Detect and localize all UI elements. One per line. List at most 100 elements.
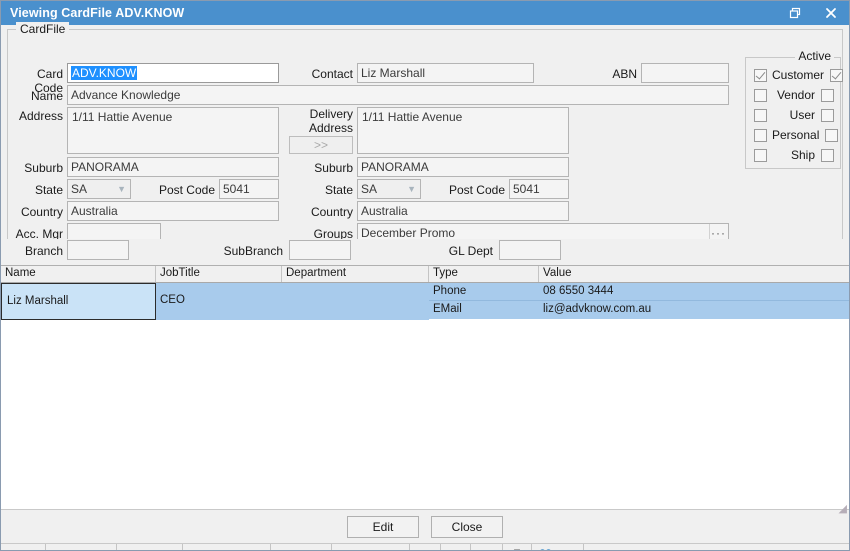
- close-button[interactable]: Close: [431, 515, 503, 538]
- close-icon[interactable]: [813, 1, 849, 25]
- tab-transactions[interactable]: Transactions: [183, 544, 271, 550]
- window-title: Viewing CardFile ADV.KNOW: [10, 6, 185, 20]
- column-header-type[interactable]: Type: [429, 266, 539, 282]
- form-area: CardFile Card Code ADV.KNOW Contact Liz …: [1, 22, 849, 243]
- state-right-label: State: [324, 183, 353, 197]
- branch-input[interactable]: [67, 240, 129, 260]
- restore-icon[interactable]: [777, 1, 813, 25]
- contact-input[interactable]: Liz Marshall: [357, 63, 534, 83]
- active-row-user[interactable]: User: [746, 106, 840, 124]
- checkbox-ship-active[interactable]: [821, 148, 834, 162]
- checkbox-customer[interactable]: [754, 68, 767, 82]
- title-bar: Viewing CardFile ADV.KNOW: [1, 1, 849, 25]
- copy-address-button[interactable]: >>: [289, 136, 353, 154]
- grid-cell-contact-department[interactable]: [282, 283, 429, 320]
- postcode-left-label: Post Code: [158, 183, 215, 197]
- country-left-label: Country: [20, 205, 63, 219]
- tab-card[interactable]: Card: [1, 544, 47, 550]
- edit-button[interactable]: Edit: [347, 515, 419, 538]
- tab-customer[interactable]: Customer: [46, 544, 118, 550]
- active-label-personal: Personal: [772, 128, 820, 142]
- branch-strip: Branch SubBranch GL Dept: [1, 239, 849, 265]
- country-right-label: Country: [310, 205, 353, 219]
- active-row-personal[interactable]: Personal: [746, 126, 840, 144]
- button-bar: Edit Close ◢: [1, 503, 849, 543]
- tab-contacts[interactable]: Contacts: [117, 544, 184, 550]
- column-header-value[interactable]: Value: [539, 266, 849, 282]
- grid-cell-value-email[interactable]: liz@advknow.com.au: [539, 301, 849, 319]
- delivery-address-input[interactable]: 1/11 Hattie Avenue: [357, 107, 569, 154]
- state-right-select[interactable]: SA ▼: [357, 179, 421, 199]
- postcode-right-label: Post Code: [448, 183, 505, 197]
- address-label: Address: [18, 109, 63, 123]
- active-row-ship[interactable]: Ship: [746, 146, 840, 164]
- branch-label: Branch: [24, 244, 63, 258]
- gift-money-icon[interactable]: [532, 544, 564, 550]
- ship-cards-count: 3: [564, 544, 584, 550]
- active-label-ship: Ship: [790, 148, 815, 162]
- column-header-department[interactable]: Department: [282, 266, 429, 282]
- abn-input[interactable]: [641, 63, 729, 83]
- chevron-down-icon: ▼: [407, 184, 416, 194]
- id-card-icon[interactable]: [410, 544, 442, 550]
- suburb-left-input[interactable]: PANORAMA: [67, 157, 279, 177]
- active-row-customer[interactable]: Customer: [746, 66, 844, 84]
- tab-ship-cards[interactable]: Ship Cards: [332, 544, 411, 550]
- checkbox-personal[interactable]: [754, 128, 767, 142]
- resize-grip[interactable]: ◢: [835, 503, 847, 515]
- checkbox-ship[interactable]: [754, 148, 767, 162]
- address-input[interactable]: 1/11 Hattie Avenue: [67, 107, 279, 154]
- state-left-label: State: [34, 183, 63, 197]
- checkbox-personal-active[interactable]: [825, 128, 839, 142]
- card-code-input[interactable]: ADV.KNOW: [67, 63, 279, 83]
- groupbox-legend: CardFile: [16, 22, 70, 36]
- active-panel: Active Customer Vendor User Personal Shi…: [745, 49, 844, 169]
- checkbox-customer-active[interactable]: [830, 68, 844, 82]
- grid-cell-type-email[interactable]: EMail: [429, 301, 539, 319]
- grid-cell-contact-name[interactable]: Liz Marshall: [1, 283, 156, 320]
- active-label-vendor: Vendor: [776, 88, 815, 102]
- state-left-value: SA: [71, 182, 88, 196]
- gl-dept-label: GL Dept: [448, 244, 493, 258]
- checkbox-vendor-active[interactable]: [821, 88, 834, 102]
- contacts-grid: Name JobTitle Department Type Value Liz …: [1, 265, 849, 509]
- subbranch-label: SubBranch: [223, 244, 283, 258]
- postcode-left-input[interactable]: 5041: [219, 179, 279, 199]
- suburb-right-label: Suburb: [314, 161, 353, 175]
- postcode-right-input[interactable]: 5041: [509, 179, 569, 199]
- grid-cell-type-phone[interactable]: Phone: [429, 283, 539, 301]
- active-label-customer: Customer: [772, 68, 825, 82]
- grid-cell-contact-jobtitle[interactable]: CEO: [156, 283, 282, 320]
- checkbox-user-active[interactable]: [821, 108, 834, 122]
- tab-reports[interactable]: Reports: [271, 544, 332, 550]
- table-row[interactable]: EMail liz@advknow.com.au: [429, 301, 849, 319]
- country-left-input[interactable]: Australia: [67, 201, 279, 221]
- red-binder-icon[interactable]: [441, 544, 472, 550]
- column-header-jobtitle[interactable]: JobTitle: [156, 266, 282, 282]
- state-right-value: SA: [361, 182, 378, 196]
- checkbox-vendor[interactable]: [754, 88, 767, 102]
- suburb-right-input[interactable]: PANORAMA: [357, 157, 569, 177]
- name-label: Name: [30, 89, 63, 103]
- checkbox-user[interactable]: [754, 108, 767, 122]
- table-row[interactable]: Phone 08 6550 3444: [429, 283, 849, 301]
- clipboard-icon[interactable]: [503, 544, 533, 550]
- subbranch-input[interactable]: [289, 240, 351, 260]
- tab-bar: Card Customer Contacts Transactions Repo…: [1, 543, 849, 550]
- chevron-down-icon: ▼: [117, 184, 126, 194]
- name-input[interactable]: Advance Knowledge: [67, 85, 729, 105]
- grid-body: Liz Marshall CEO Phone 08 6550 3444 EMai…: [1, 283, 849, 320]
- active-row-vendor[interactable]: Vendor: [746, 86, 840, 104]
- orange-folders-icon[interactable]: [471, 544, 504, 550]
- delivery-address-label: Delivery Address: [289, 107, 353, 135]
- country-right-input[interactable]: Australia: [357, 201, 569, 221]
- state-left-select[interactable]: SA ▼: [67, 179, 131, 199]
- suburb-left-label: Suburb: [24, 161, 63, 175]
- gl-dept-input[interactable]: [499, 240, 561, 260]
- delivery-address-label-text: Delivery Address: [308, 107, 353, 135]
- contact-label: Contact: [311, 67, 353, 81]
- abn-label: ABN: [612, 67, 637, 81]
- grid-cell-value-phone[interactable]: 08 6550 3444: [539, 283, 849, 301]
- card-code-value: ADV.KNOW: [71, 66, 138, 80]
- column-header-name[interactable]: Name: [1, 266, 156, 282]
